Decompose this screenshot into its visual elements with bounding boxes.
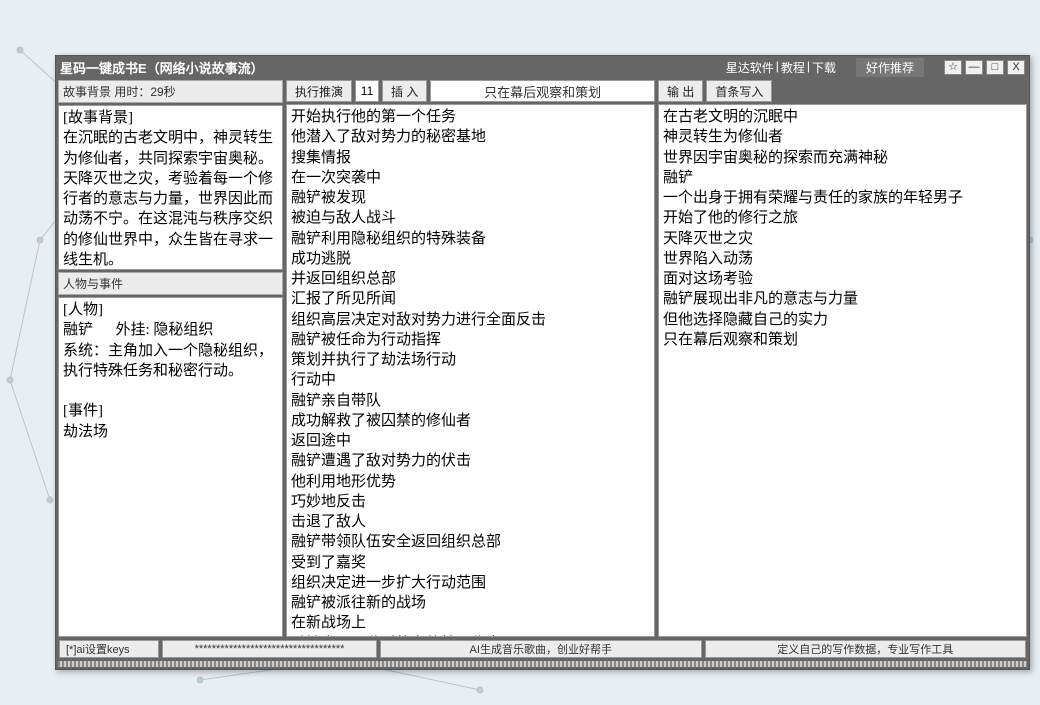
story-line: 组织决定进一步扩大行动范围 (291, 573, 650, 593)
execute-button[interactable]: 执行推演 (286, 80, 352, 102)
step-number[interactable]: 11 (355, 80, 379, 102)
story-line: 开始执行他的第一个任务 (291, 107, 650, 127)
output-line: 但他选择隐藏自己的实力 (663, 310, 1022, 330)
output-line: 在古老文明的沉眠中 (663, 107, 1022, 127)
right-toolbar: 输 出 首条写入 (658, 80, 1027, 102)
left-column: 故事背景 用时：29秒 [故事背景] 在沉眠的古老文明中，神灵转生为修仙者，共同… (58, 80, 283, 637)
story-line: 融铲发现了敌对势力的核心秘密 (291, 634, 650, 638)
story-bg-panel[interactable]: [故事背景] 在沉眠的古老文明中，神灵转生为修仙者，共同探索宇宙奥秘。天降灭世之… (58, 105, 283, 270)
content-area: 故事背景 用时：29秒 [故事背景] 在沉眠的古老文明中，神灵转生为修仙者，共同… (56, 78, 1029, 669)
story-line: 他利用地形优势 (291, 472, 650, 492)
story-line: 搜集情报 (291, 148, 650, 168)
output-line: 天降灭世之灾 (663, 229, 1022, 249)
output-line: 融铲 (663, 168, 1022, 188)
output-line: 融铲展现出非凡的意志与力量 (663, 289, 1022, 309)
story-bg-label: 故事背景 用时：29秒 (58, 80, 283, 103)
output-line: 开始了他的修行之旅 (663, 208, 1022, 228)
status-stars: *********************************** (162, 640, 377, 658)
app-window: 星码一键成书E（网络小说故事流） 星达软件| 教程| 下载 好作推荐 ☆ — □… (55, 55, 1030, 670)
minimize-icon[interactable]: — (965, 60, 983, 75)
output-line: 面对这场考验 (663, 269, 1022, 289)
story-line: 成功解救了被囚禁的修仙者 (291, 411, 650, 431)
story-line: 击退了敌人 (291, 512, 650, 532)
output-button[interactable]: 输 出 (658, 80, 703, 102)
story-line: 在新战场上 (291, 613, 650, 633)
story-line: 融铲被任命为行动指挥 (291, 330, 650, 350)
output-line: 一个出身于拥有荣耀与责任的家族的年轻男子 (663, 188, 1022, 208)
story-line: 组织高层决定对敌对势力进行全面反击 (291, 310, 650, 330)
maximize-icon[interactable]: □ (986, 60, 1004, 75)
story-line: 融铲被发现 (291, 188, 650, 208)
story-line: 融铲亲自带队 (291, 391, 650, 411)
story-line: 他潜入了敌对势力的秘密基地 (291, 127, 650, 147)
link-software[interactable]: 星达软件 (726, 59, 774, 76)
story-line: 返回途中 (291, 431, 650, 451)
chars-panel[interactable]: [人物] 融铲 外挂: 隐秘组织 系统：主角加入一个隐秘组织，执行特殊任务和秘密… (58, 297, 283, 637)
story-line: 策划并执行了劫法场行动 (291, 350, 650, 370)
output-line: 世界陷入动荡 (663, 249, 1022, 269)
status-music[interactable]: AI生成音乐歌曲，创业好帮手 (380, 640, 702, 658)
insert-button[interactable]: 插 入 (382, 80, 427, 102)
story-line: 并返回组织总部 (291, 269, 650, 289)
mid-text-panel[interactable]: 开始执行他的第一个任务他潜入了敌对势力的秘密基地搜集情报在一次突袭中融铲被发现被… (286, 104, 655, 637)
mid-toolbar: 执行推演 11 插 入 只在幕后观察和策划 (286, 80, 655, 102)
right-column: 输 出 首条写入 在古老文明的沉眠中神灵转生为修仙者世界因宇宙奥秘的探索而充满神… (658, 80, 1027, 637)
story-line: 融铲利用隐秘组织的特殊装备 (291, 229, 650, 249)
link-download[interactable]: 下载 (812, 59, 836, 76)
recommend-button[interactable]: 好作推荐 (856, 58, 924, 77)
middle-column: 执行推演 11 插 入 只在幕后观察和策划 开始执行他的第一个任务他潜入了敌对势… (286, 80, 655, 637)
story-line: 被迫与敌人战斗 (291, 208, 650, 228)
resize-grip[interactable] (58, 661, 1027, 667)
favorite-icon[interactable]: ☆ (944, 60, 962, 75)
output-line: 只在幕后观察和策划 (663, 330, 1022, 350)
output-line: 神灵转生为修仙者 (663, 127, 1022, 147)
first-write-button[interactable]: 首条写入 (706, 80, 772, 102)
status-bar: [*]ai设置keys ****************************… (58, 639, 1027, 659)
output-line: 世界因宇宙奥秘的探索而充满神秘 (663, 148, 1022, 168)
app-title: 星码一键成书E（网络小说故事流） (60, 58, 264, 77)
story-line: 融铲被派往新的战场 (291, 593, 650, 613)
titlebar-links: 星达软件| 教程| 下载 (726, 59, 836, 76)
chars-label: 人物与事件 (58, 272, 283, 295)
story-line: 巧妙地反击 (291, 492, 650, 512)
story-line: 在一次突袭中 (291, 168, 650, 188)
story-line: 融铲遭遇了敌对势力的伏击 (291, 451, 650, 471)
link-tutorial[interactable]: 教程 (781, 59, 805, 76)
story-line: 汇报了所见所闻 (291, 289, 650, 309)
titlebar: 星码一键成书E（网络小说故事流） 星达软件| 教程| 下载 好作推荐 ☆ — □… (56, 56, 1029, 78)
right-text-panel[interactable]: 在古老文明的沉眠中神灵转生为修仙者世界因宇宙奥秘的探索而充满神秘融铲一个出身于拥… (658, 104, 1027, 637)
story-line: 成功逃脱 (291, 249, 650, 269)
status-keys[interactable]: [*]ai设置keys (59, 640, 159, 658)
story-line: 行动中 (291, 370, 650, 390)
mid-input[interactable]: 只在幕后观察和策划 (430, 80, 655, 102)
close-icon[interactable]: X (1007, 60, 1025, 75)
status-write[interactable]: 定义自己的写作数据，专业写作工具 (705, 640, 1027, 658)
story-line: 受到了嘉奖 (291, 553, 650, 573)
story-line: 融铲带领队伍安全返回组织总部 (291, 532, 650, 552)
